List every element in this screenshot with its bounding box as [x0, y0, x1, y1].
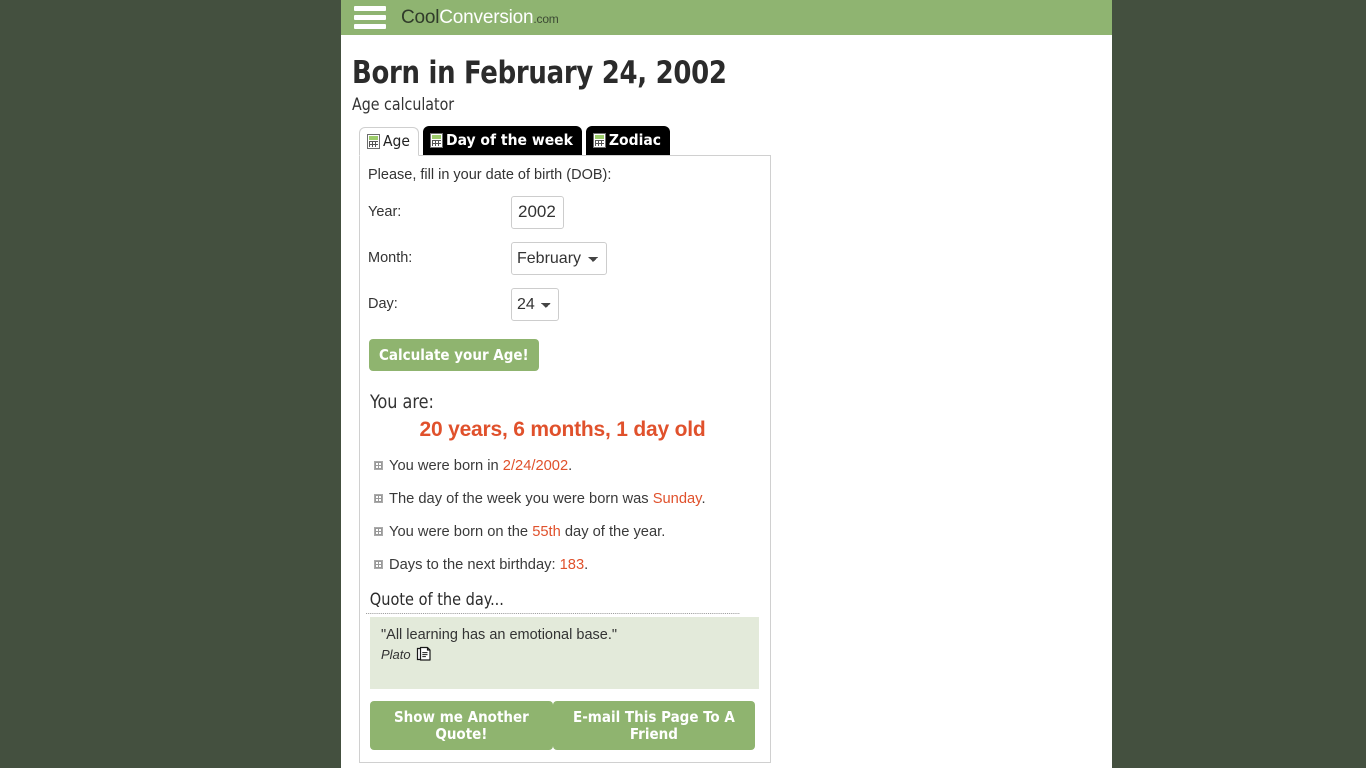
fact-text: You were born in 2/24/2002. [389, 458, 573, 475]
calculator-icon [592, 133, 606, 149]
calculate-button-wrap: Calculate your Age! [369, 338, 759, 372]
list-item: The day of the week you were born was Su… [366, 491, 759, 507]
quote-of-the-day-heading: Quote of the day... [366, 590, 740, 615]
main-content: Born in February 24, 2002 Age calculator… [341, 55, 1112, 768]
calculator-icon [429, 133, 443, 149]
fact-highlight: 183 [559, 557, 585, 574]
quote-author-row: Plato [381, 646, 748, 663]
age-result: 20 years, 6 months, 1 day old [419, 418, 706, 442]
facts-list: You were born in 2/24/2002. The day of t… [366, 458, 759, 573]
page-container: CoolConversion.com Born in February 24, … [341, 0, 1112, 768]
copy-icon[interactable] [416, 646, 433, 663]
site-header: CoolConversion.com [341, 0, 1112, 35]
grid-bullet-icon [374, 461, 383, 471]
tab-zodiac[interactable]: Zodiac [585, 126, 671, 155]
fact-highlight: 55th [532, 524, 561, 541]
year-row: Year: [366, 195, 759, 229]
form-instruction: Please, fill in your date of birth (DOB)… [368, 166, 612, 183]
page-title: Born in February 24, 2002 [352, 55, 727, 91]
you-are-label: You are: [370, 391, 434, 414]
fact-highlight: 2/24/2002 [502, 458, 569, 475]
day-row: Day: 24 [366, 287, 759, 321]
fact-text: The day of the week you were born was Su… [389, 491, 706, 508]
logo-text-cool: Cool [401, 6, 440, 28]
list-item: You were born in 2/24/2002. [366, 458, 759, 474]
hamburger-bar [354, 24, 386, 29]
logo-text-com: .com [533, 11, 559, 26]
grid-bullet-icon [374, 527, 383, 537]
quote-box: "All learning has an emotional base." Pl… [370, 617, 759, 690]
fact-highlight: Sunday [652, 491, 702, 508]
age-calculator-panel: Please, fill in your date of birth (DOB)… [359, 154, 771, 764]
quote-author: Plato [381, 647, 411, 663]
page-subtitle: Age calculator [352, 95, 455, 115]
show-another-quote-button[interactable]: Show me Another Quote! [370, 701, 553, 751]
day-select[interactable]: 24 [511, 287, 559, 321]
grid-bullet-icon [374, 494, 383, 504]
list-item: Days to the next birthday: 183. [366, 557, 759, 573]
day-label: Day: [368, 296, 398, 313]
fact-text: You were born on the 55th day of the yea… [389, 524, 666, 541]
fact-text: Days to the next birthday: 183. [389, 557, 589, 574]
year-input[interactable] [511, 195, 564, 229]
tab-zodiac-label: Zodiac [608, 131, 662, 149]
tab-bar: Age Day of the week Zodiac [359, 126, 1101, 156]
tab-age[interactable]: Age [359, 127, 419, 156]
email-page-button[interactable]: E-mail This Page To A Friend [552, 701, 755, 751]
quote-text: "All learning has an emotional base." [381, 627, 617, 644]
tab-day-of-the-week-label: Day of the week [445, 131, 573, 149]
hamburger-bar [354, 6, 386, 11]
calculate-age-button[interactable]: Calculate your Age! [369, 338, 539, 372]
tab-day-of-the-week[interactable]: Day of the week [422, 126, 582, 155]
site-logo[interactable]: CoolConversion.com [401, 7, 559, 29]
logo-text-conversion: Conversion [439, 6, 534, 28]
month-label: Month: [368, 250, 413, 267]
list-item: You were born on the 55th day of the yea… [366, 524, 759, 540]
month-select[interactable]: February [511, 241, 607, 275]
calculator-icon [367, 134, 380, 150]
hamburger-icon[interactable] [354, 6, 386, 29]
hamburger-bar [354, 15, 386, 20]
month-row: Month: February [366, 241, 759, 275]
tab-age-label: Age [383, 132, 410, 150]
quote-buttons: Show me Another Quote! E-mail This Page … [370, 701, 755, 751]
grid-bullet-icon [374, 560, 383, 570]
year-label: Year: [368, 204, 402, 221]
